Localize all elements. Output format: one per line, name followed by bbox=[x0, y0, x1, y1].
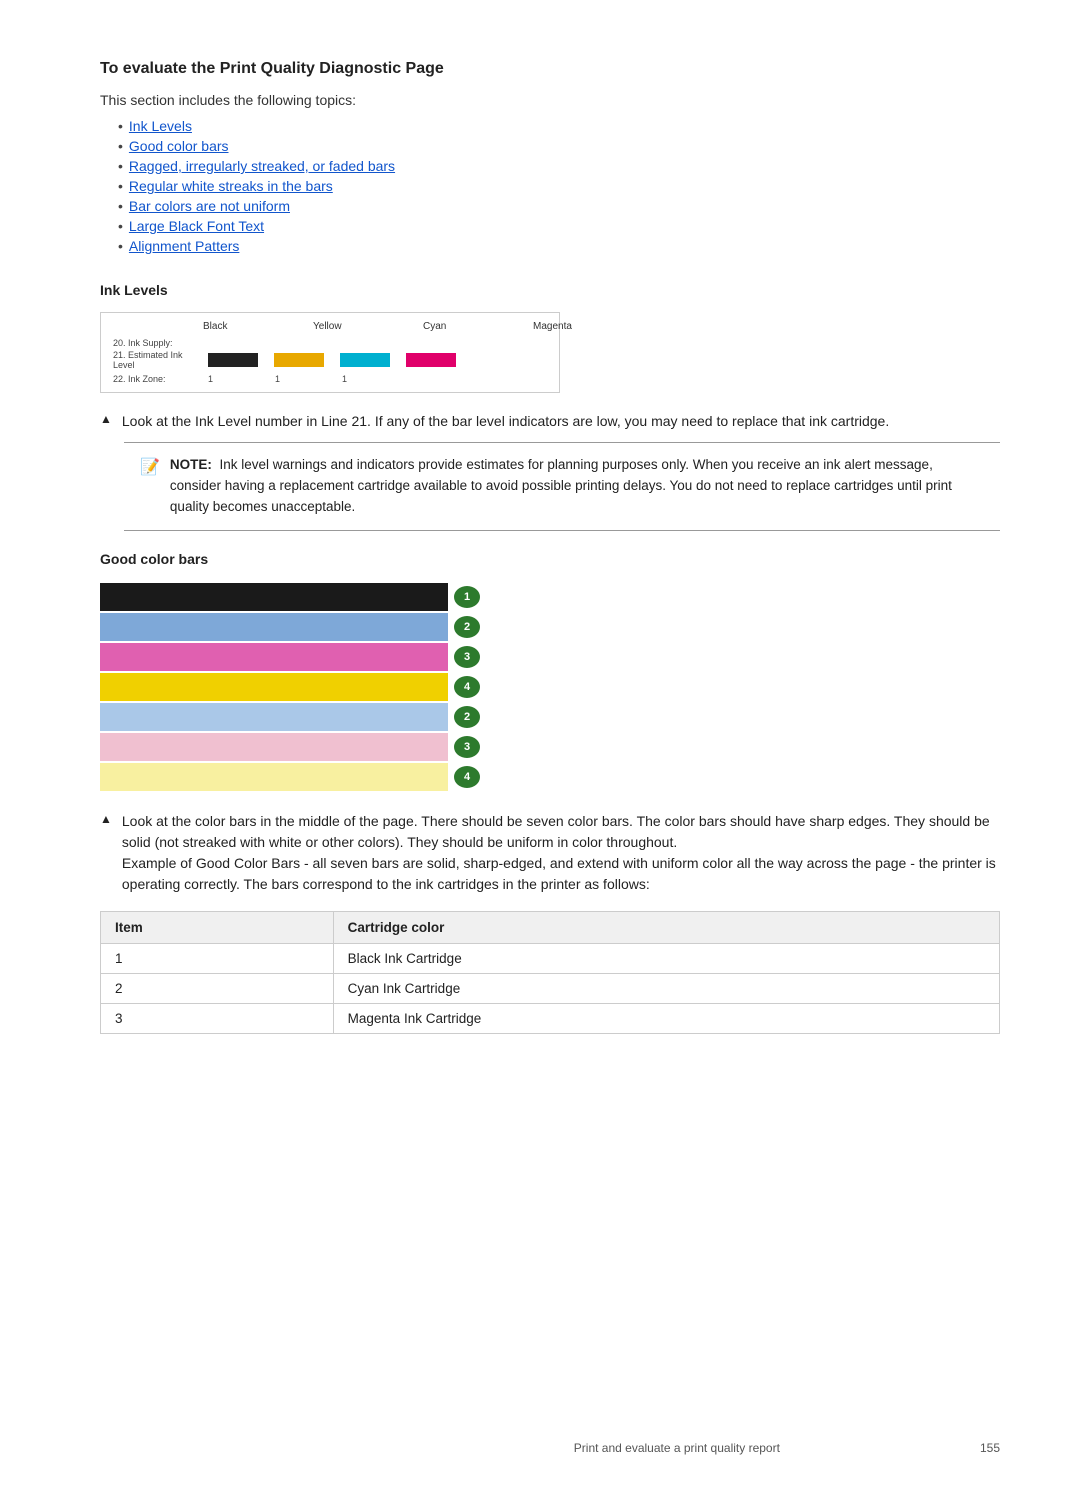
header-yellow: Yellow bbox=[313, 321, 363, 332]
bar-row-5: 2 bbox=[100, 703, 480, 731]
yellow-bar bbox=[274, 353, 324, 367]
table-row: 2 Cyan Ink Cartridge bbox=[101, 973, 1000, 1003]
bar-black bbox=[100, 583, 448, 611]
toc-link-not-uniform[interactable]: Bar colors are not uniform bbox=[129, 198, 290, 214]
toc-item-ragged[interactable]: Ragged, irregularly streaked, or faded b… bbox=[118, 158, 1000, 174]
bar-number-4: 4 bbox=[454, 676, 480, 698]
note-icon: 📝 bbox=[140, 457, 160, 477]
ink-levels-section: Ink Levels Black Yellow Cyan Magenta 20.… bbox=[100, 282, 1000, 531]
bar-number-3: 3 bbox=[454, 646, 480, 668]
bar-row-2: 2 bbox=[100, 613, 480, 641]
cyan-bar bbox=[340, 353, 390, 367]
footer-text: Print and evaluate a print quality repor… bbox=[574, 1441, 780, 1455]
bar-magenta bbox=[100, 643, 448, 671]
zone-val-2: 1 bbox=[275, 374, 280, 384]
col-header-cartridge: Cartridge color bbox=[333, 911, 999, 943]
note-text: NOTE: Ink level warnings and indicators … bbox=[170, 455, 984, 518]
toc-list: Ink Levels Good color bars Ragged, irreg… bbox=[100, 118, 1000, 254]
ink-zone-vals: 1 1 1 bbox=[208, 374, 347, 384]
page-number: 155 bbox=[980, 1441, 1000, 1455]
header-black: Black bbox=[203, 321, 253, 332]
toc-item-ink-levels[interactable]: Ink Levels bbox=[118, 118, 1000, 134]
ink-levels-title: Ink Levels bbox=[100, 282, 1000, 298]
row3-item: 3 bbox=[101, 1003, 334, 1033]
toc-item-alignment[interactable]: Alignment Patters bbox=[118, 238, 1000, 254]
triangle-icon-2: ▲ bbox=[100, 812, 112, 826]
col-header-item: Item bbox=[101, 911, 334, 943]
row3-cartridge: Magenta Ink Cartridge bbox=[333, 1003, 999, 1033]
ink-zone-row: 22. Ink Zone: 1 1 1 bbox=[113, 374, 547, 384]
black-bar bbox=[208, 353, 258, 367]
bar-lightblue bbox=[100, 703, 448, 731]
ink-level-label: 21. Estimated Ink Level bbox=[113, 350, 198, 370]
ink-levels-diagram: Black Yellow Cyan Magenta 20. Ink Supply… bbox=[100, 312, 560, 393]
zone-val-1: 1 bbox=[208, 374, 213, 384]
ink-levels-bullet-text: Look at the Ink Level number in Line 21.… bbox=[122, 411, 1000, 432]
bar-number-5: 2 bbox=[454, 706, 480, 728]
bar-number-2: 2 bbox=[454, 616, 480, 638]
header-magenta: Magenta bbox=[533, 321, 583, 332]
table-row: 3 Magenta Ink Cartridge bbox=[101, 1003, 1000, 1033]
ink-levels-bullet: ▲ Look at the Ink Level number in Line 2… bbox=[100, 411, 1000, 432]
triangle-icon: ▲ bbox=[100, 412, 112, 426]
ink-supply-row: 20. Ink Supply: bbox=[113, 338, 547, 348]
toc-item-large-black[interactable]: Large Black Font Text bbox=[118, 218, 1000, 234]
bar-number-6: 3 bbox=[454, 736, 480, 758]
row2-item: 2 bbox=[101, 973, 334, 1003]
bar-number-1: 1 bbox=[454, 586, 480, 608]
toc-item-good-color-bars[interactable]: Good color bars bbox=[118, 138, 1000, 154]
toc-item-not-uniform[interactable]: Bar colors are not uniform bbox=[118, 198, 1000, 214]
bar-row-1: 1 bbox=[100, 583, 480, 611]
bar-lightyellow bbox=[100, 763, 448, 791]
page-footer: Print and evaluate a print quality repor… bbox=[0, 1441, 1080, 1455]
zone-val-3: 1 bbox=[342, 374, 347, 384]
toc-link-large-black[interactable]: Large Black Font Text bbox=[129, 218, 264, 234]
bar-row-6: 3 bbox=[100, 733, 480, 761]
bar-row-4: 4 bbox=[100, 673, 480, 701]
ink-levels-header: Black Yellow Cyan Magenta bbox=[113, 321, 547, 332]
page-title: To evaluate the Print Quality Diagnostic… bbox=[100, 60, 1000, 78]
ink-supply-label: 20. Ink Supply: bbox=[113, 338, 198, 348]
cartridge-table: Item Cartridge color 1 Black Ink Cartrid… bbox=[100, 911, 1000, 1034]
note-box: 📝 NOTE: Ink level warnings and indicator… bbox=[124, 442, 1000, 531]
bar-number-7: 4 bbox=[454, 766, 480, 788]
bar-lightpink bbox=[100, 733, 448, 761]
header-cyan: Cyan bbox=[423, 321, 473, 332]
note-body: Ink level warnings and indicators provid… bbox=[170, 457, 952, 514]
bar-blue bbox=[100, 613, 448, 641]
ink-zone-label: 22. Ink Zone: bbox=[113, 374, 198, 384]
magenta-bar bbox=[406, 353, 456, 367]
toc-link-ink-levels[interactable]: Ink Levels bbox=[129, 118, 192, 134]
color-bars-diagram: 1 2 3 4 2 3 4 bbox=[100, 583, 480, 791]
good-color-bars-title: Good color bars bbox=[100, 551, 1000, 567]
color-bars-bullet: ▲ Look at the color bars in the middle o… bbox=[100, 811, 1000, 895]
ink-bars bbox=[208, 353, 456, 367]
table-header-row: Item Cartridge color bbox=[101, 911, 1000, 943]
intro-text: This section includes the following topi… bbox=[100, 92, 1000, 108]
note-label: NOTE: bbox=[170, 457, 212, 472]
bar-row-7: 4 bbox=[100, 763, 480, 791]
color-bars-bullet-text: Look at the color bars in the middle of … bbox=[122, 811, 1000, 895]
good-color-bars-section: Good color bars 1 2 3 4 2 3 4 bbox=[100, 551, 1000, 1034]
toc-item-white-streaks[interactable]: Regular white streaks in the bars bbox=[118, 178, 1000, 194]
ink-level-row: 21. Estimated Ink Level bbox=[113, 350, 547, 370]
row2-cartridge: Cyan Ink Cartridge bbox=[333, 973, 999, 1003]
toc-link-ragged[interactable]: Ragged, irregularly streaked, or faded b… bbox=[129, 158, 395, 174]
row1-item: 1 bbox=[101, 943, 334, 973]
bar-yellow bbox=[100, 673, 448, 701]
table-row: 1 Black Ink Cartridge bbox=[101, 943, 1000, 973]
row1-cartridge: Black Ink Cartridge bbox=[333, 943, 999, 973]
bar-row-3: 3 bbox=[100, 643, 480, 671]
toc-link-alignment[interactable]: Alignment Patters bbox=[129, 238, 240, 254]
toc-link-white-streaks[interactable]: Regular white streaks in the bars bbox=[129, 178, 333, 194]
toc-link-good-color-bars[interactable]: Good color bars bbox=[129, 138, 229, 154]
